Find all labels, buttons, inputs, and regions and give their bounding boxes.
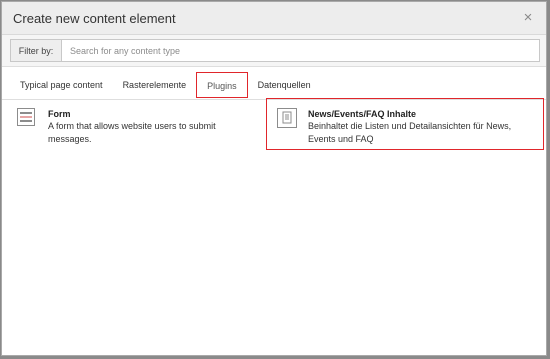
dialog-title: Create new content element bbox=[13, 11, 176, 26]
element-text: Form A form that allows website users to… bbox=[48, 108, 258, 145]
dialog-header: Create new content element × bbox=[2, 2, 546, 35]
element-form[interactable]: Form A form that allows website users to… bbox=[17, 108, 258, 145]
category-tabs: Typical page content Rasterelemente Plug… bbox=[10, 72, 321, 99]
tab-rasterelemente[interactable]: Rasterelemente bbox=[113, 72, 197, 98]
element-title: Form bbox=[48, 109, 71, 119]
element-description: A form that allows website users to subm… bbox=[48, 121, 216, 144]
form-icon bbox=[17, 108, 35, 126]
search-input[interactable] bbox=[62, 40, 539, 61]
filter-group: Filter by: bbox=[10, 39, 540, 62]
tab-plugins[interactable]: Plugins bbox=[196, 72, 248, 98]
filter-bar: Filter by: bbox=[2, 35, 546, 67]
news-plugin-icon bbox=[277, 108, 297, 128]
filter-label: Filter by: bbox=[11, 40, 62, 61]
tab-typical-page-content[interactable]: Typical page content bbox=[10, 72, 113, 98]
element-description: Beinhaltet die Listen und Detailansichte… bbox=[308, 121, 512, 144]
new-content-element-dialog: Create new content element × Filter by: … bbox=[1, 1, 547, 356]
element-title: News/Events/FAQ Inhalte bbox=[308, 109, 417, 119]
tab-datenquellen[interactable]: Datenquellen bbox=[248, 72, 321, 98]
tab-divider bbox=[2, 99, 546, 100]
close-icon[interactable]: × bbox=[520, 9, 536, 27]
element-text: News/Events/FAQ Inhalte Beinhaltet die L… bbox=[308, 108, 536, 145]
element-news-events-faq[interactable]: News/Events/FAQ Inhalte Beinhaltet die L… bbox=[277, 108, 536, 145]
